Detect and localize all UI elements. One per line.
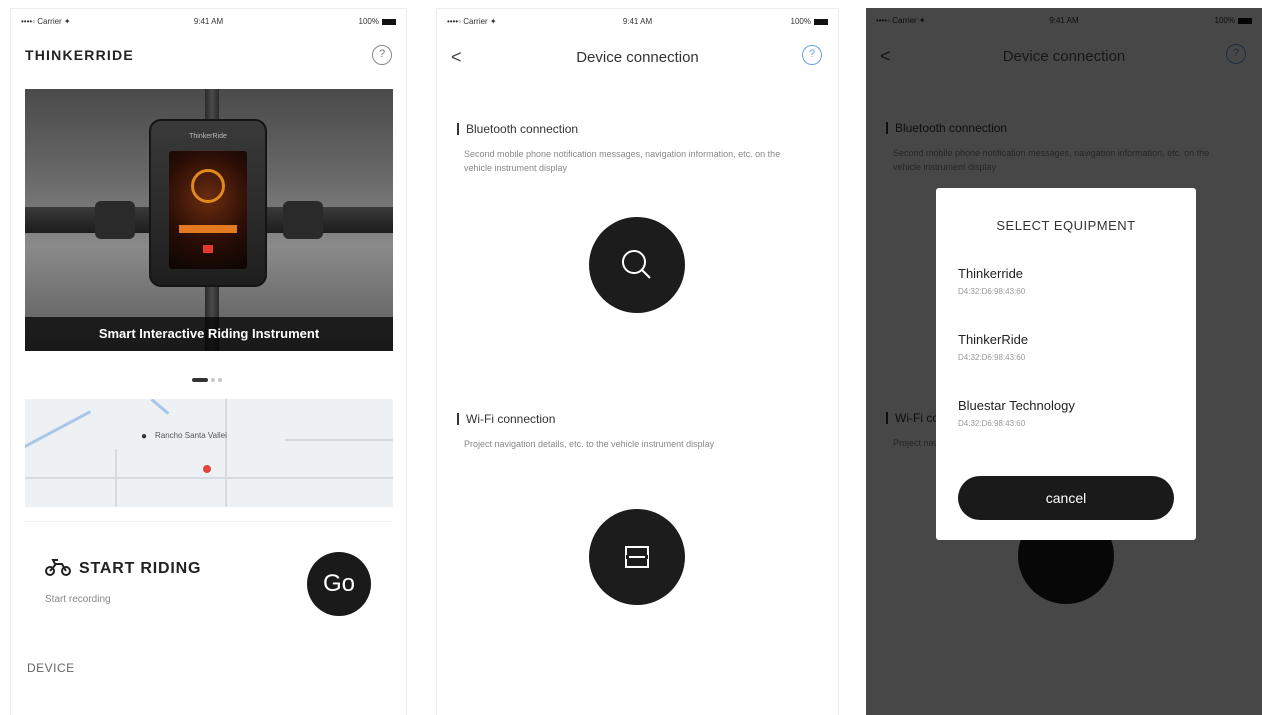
help-icon[interactable]: ? bbox=[372, 45, 392, 65]
help-icon[interactable]: ? bbox=[802, 45, 822, 65]
battery-label: 100% bbox=[791, 17, 828, 26]
device-mac: D4:32:D6:98:43:60 bbox=[958, 419, 1026, 428]
motorcycle-icon bbox=[45, 559, 71, 576]
pager-dot-active[interactable] bbox=[192, 378, 208, 382]
screen-indicator bbox=[203, 245, 213, 253]
time-label: 9:41 AM bbox=[193, 17, 224, 26]
status-bar: ••••◦ Carrier ✦ 9:41 AM 100% bbox=[11, 9, 406, 35]
go-button[interactable]: Go bbox=[307, 552, 371, 616]
instrument-screen bbox=[169, 151, 247, 269]
map-preview[interactable]: ● Rancho Santa Vallei bbox=[25, 399, 393, 507]
cancel-button[interactable]: cancel bbox=[958, 476, 1174, 520]
device-option[interactable]: Bluestar Technology D4:32:D6:98:43:60 bbox=[958, 398, 1075, 428]
banner-caption: Smart Interactive Riding Instrument bbox=[25, 317, 393, 351]
device-mac: D4:32:D6:98:43:60 bbox=[958, 353, 1026, 362]
status-bar: ••••◦ Carrier ✦ 9:41 AM 100% bbox=[437, 9, 838, 35]
map-road bbox=[285, 439, 393, 441]
map-road bbox=[25, 477, 393, 479]
banner-carousel[interactable]: ThinkerRide Smart Interactive Riding Ins… bbox=[25, 89, 393, 351]
map-road bbox=[225, 399, 227, 507]
select-equipment-dialog: SELECT EQUIPMENT Thinkerride D4:32:D6:98… bbox=[936, 188, 1196, 540]
device-mac: D4:32:D6:98:43:60 bbox=[958, 287, 1026, 296]
map-pin-icon: ● bbox=[141, 431, 148, 442]
clamp-left bbox=[95, 201, 135, 239]
map-place-label: Rancho Santa Vallei bbox=[155, 431, 227, 440]
device-option[interactable]: Thinkerride D4:32:D6:98:43:60 bbox=[958, 266, 1025, 296]
wifi-section-desc: Project navigation details, etc. to the … bbox=[464, 439, 715, 449]
bluetooth-section-title: Bluetooth connection bbox=[457, 123, 578, 135]
time-label: 9:41 AM bbox=[622, 17, 653, 26]
device-section-title: DEVICE bbox=[27, 661, 75, 675]
wifi-connect-button[interactable] bbox=[589, 509, 685, 605]
device-option[interactable]: ThinkerRide D4:32:D6:98:43:60 bbox=[958, 332, 1028, 362]
select-equipment-screen: ••••◦ Carrier ✦ 9:41 AM 100% < Device co… bbox=[866, 8, 1262, 715]
map-river bbox=[150, 399, 170, 415]
clamp-right bbox=[283, 201, 323, 239]
wifi-section-title: Wi-Fi connection bbox=[457, 413, 555, 425]
instrument-device-image: ThinkerRide bbox=[149, 119, 267, 287]
page-title: Device connection bbox=[576, 49, 699, 66]
device-name: ThinkerRide bbox=[958, 332, 1029, 347]
start-riding-title: START RIDING bbox=[79, 560, 202, 577]
battery-label: 100% bbox=[359, 17, 396, 26]
app-brand-title: THINKERRIDE bbox=[25, 47, 134, 63]
screen-cast-icon bbox=[625, 546, 649, 568]
search-icon bbox=[622, 250, 651, 279]
device-name: Bluestar Technology bbox=[958, 398, 1075, 413]
carousel-pager[interactable] bbox=[192, 369, 225, 382]
start-riding-card[interactable]: START RIDING Start recording Go bbox=[25, 521, 393, 631]
bluetooth-section-desc: Second mobile phone notification message… bbox=[464, 149, 781, 173]
screen-ring bbox=[191, 169, 225, 203]
map-road bbox=[115, 449, 117, 507]
screen-strip bbox=[179, 225, 237, 233]
location-marker bbox=[203, 465, 211, 473]
start-riding-subtitle: Start recording bbox=[45, 594, 111, 605]
home-screen: ••••◦ Carrier ✦ 9:41 AM 100% THINKERRIDE… bbox=[10, 8, 407, 715]
device-name: Thinkerride bbox=[958, 266, 1024, 281]
pager-dot[interactable] bbox=[211, 378, 215, 382]
nav-bar: < Device connection bbox=[437, 47, 838, 71]
device-connection-screen: ••••◦ Carrier ✦ 9:41 AM 100% < Device co… bbox=[436, 8, 839, 715]
map-river bbox=[25, 410, 92, 451]
dialog-title: SELECT EQUIPMENT bbox=[996, 218, 1136, 233]
device-brand-label: ThinkerRide bbox=[189, 133, 227, 140]
pager-dot[interactable] bbox=[218, 378, 222, 382]
bluetooth-search-button[interactable] bbox=[589, 217, 685, 313]
